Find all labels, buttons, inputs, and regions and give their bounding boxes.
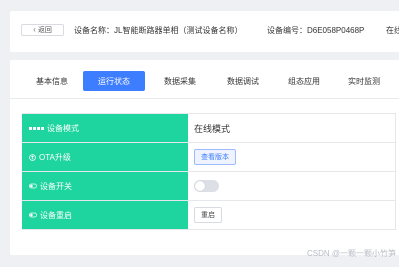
status-table: 设备模式 在线模式 OTA升级 查看版本 设备开关 设备重启 重启	[22, 113, 396, 230]
device-name: 设备名称：JL智能断路器单相（测试设备名称）	[74, 26, 243, 35]
device-code: 设备编号：D6E058P0468P	[267, 26, 365, 35]
chevron-left-icon: ‹	[33, 25, 36, 34]
row-label: 设备开关	[22, 172, 189, 200]
back-button-label: 返回	[37, 27, 52, 34]
device-mode-value: 在线模式	[189, 114, 396, 142]
table-row: 设备开关	[22, 172, 396, 201]
toggle-icon	[29, 212, 37, 218]
check-version-button[interactable]: 查看版本	[194, 149, 236, 165]
table-row: OTA升级 查看版本	[22, 143, 396, 172]
tab-realtime-monitor[interactable]: 实时监测	[336, 71, 392, 91]
tab-data-collection[interactable]: 数据采集	[152, 71, 208, 91]
restart-button[interactable]: 重启	[194, 207, 222, 223]
row-label-text: 设备开关	[40, 181, 72, 191]
tab-running-status[interactable]: 运行状态	[83, 71, 145, 91]
row-label: 设备重启	[22, 201, 189, 229]
tab-bar: 基本信息 运行状态 数据采集 数据调试 组态应用 实时监测	[10, 71, 399, 91]
row-label-text: 设备重启	[40, 210, 72, 220]
tab-divider	[10, 98, 399, 99]
row-label: 设备模式	[22, 114, 189, 142]
device-status: 在线	[386, 26, 399, 35]
table-row: 设备重启 重启	[22, 201, 396, 230]
upload-icon	[29, 153, 36, 161]
device-power-switch[interactable]	[194, 180, 219, 192]
switch-knob	[195, 181, 205, 191]
back-button[interactable]: ‹ 返回	[21, 24, 64, 36]
tab-configuration[interactable]: 组态应用	[276, 71, 332, 91]
grid-icon	[29, 126, 44, 130]
watermark: CSDN @一颗一颗小竹笋	[306, 249, 396, 258]
row-label: OTA升级	[22, 143, 189, 171]
row-label-text: OTA升级	[39, 152, 71, 162]
table-row: 设备模式 在线模式	[22, 114, 396, 143]
tab-data-debug[interactable]: 数据调试	[215, 71, 271, 91]
row-label-text: 设备模式	[47, 123, 79, 133]
tab-basic-info[interactable]: 基本信息	[24, 71, 80, 91]
device-header: ‹ 返回 设备名称：JL智能断路器单相（测试设备名称） 设备编号：D6E058P…	[10, 11, 399, 52]
toggle-icon	[29, 183, 37, 189]
main-panel: 基本信息 运行状态 数据采集 数据调试 组态应用 实时监测 设备模式 在线模式 …	[10, 60, 399, 255]
